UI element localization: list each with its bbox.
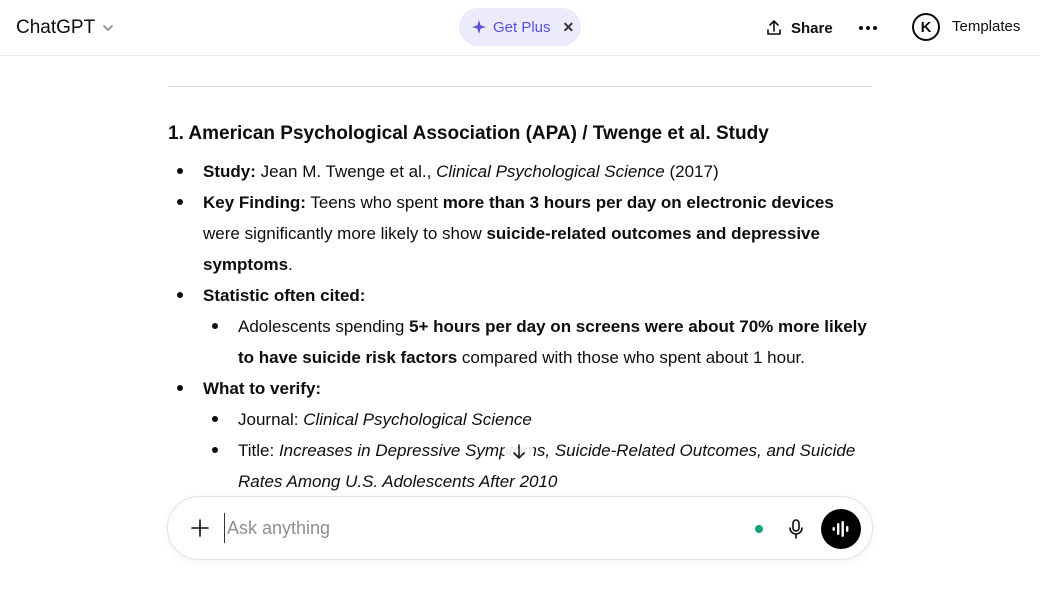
chevron-down-icon (103, 25, 114, 31)
add-attachment-button[interactable] (188, 516, 212, 540)
bullet-icon (177, 168, 183, 174)
prompt-input[interactable] (224, 513, 704, 543)
bullet-icon (177, 385, 183, 391)
arrow-down-icon (513, 444, 525, 459)
list-item: What to verify: (168, 373, 872, 404)
voice-mode-icon (832, 521, 849, 537)
bullet-icon (177, 292, 183, 298)
plus-icon (191, 519, 209, 537)
list-item: Statistic often cited: (168, 280, 872, 311)
get-plus-label: Get Plus (493, 18, 551, 36)
microphone-icon (789, 519, 803, 539)
model-name: ChatGPT (16, 17, 96, 38)
more-options-button[interactable] (856, 16, 880, 40)
bullet-icon (212, 323, 218, 329)
model-selector[interactable]: ChatGPT (16, 14, 115, 42)
avatar[interactable]: K (912, 13, 940, 41)
templates-link[interactable]: Templates (952, 18, 1020, 35)
section-heading: 1. American Psychological Association (A… (168, 123, 769, 144)
bullet-icon (212, 447, 218, 453)
bullet-icon (212, 416, 218, 422)
sparkle-icon (472, 20, 486, 34)
more-icon (859, 26, 877, 30)
list-item: Study: Jean M. Twenge et al., Clinical P… (168, 156, 872, 187)
bullet-icon (177, 199, 183, 205)
share-label: Share (791, 19, 833, 37)
message-content: 1. American Psychological Association (A… (168, 86, 872, 491)
composer (167, 496, 873, 560)
divider (168, 86, 872, 87)
scroll-to-bottom-button[interactable] (504, 437, 534, 467)
get-plus-button[interactable]: Get Plus ✕ (459, 8, 581, 46)
share-button[interactable]: Share (765, 16, 833, 40)
sub-list-item: Journal: Clinical Psychological Science (168, 404, 872, 435)
voice-mode-button[interactable] (821, 509, 861, 549)
dictate-button[interactable] (784, 517, 808, 541)
close-icon[interactable]: ✕ (563, 19, 575, 36)
status-dot (755, 525, 763, 533)
top-bar: ChatGPT Get Plus ✕ Share K Templates (0, 0, 1040, 56)
list-item: Key Finding: Teens who spent more than 3… (168, 187, 872, 280)
sub-list-item: Adolescents spending 5+ hours per day on… (168, 311, 872, 373)
share-icon (767, 20, 781, 35)
